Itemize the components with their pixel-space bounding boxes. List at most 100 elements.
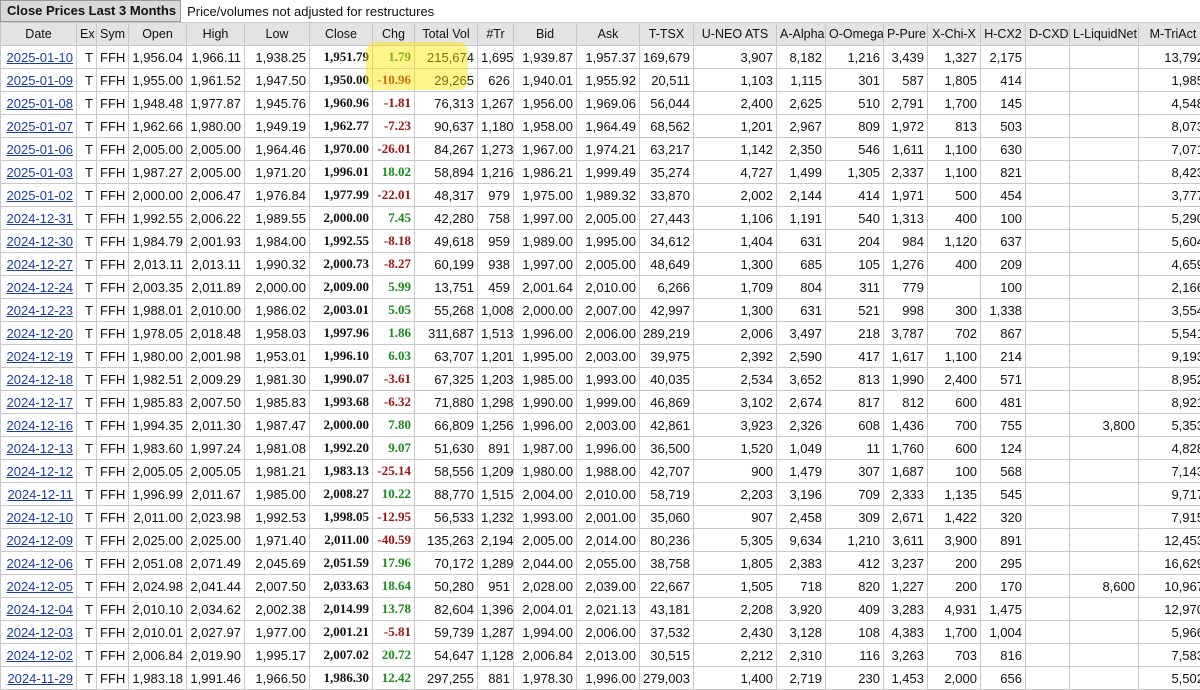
cell-vol: 63,707: [415, 345, 478, 368]
cell-ask: 2,003.00: [577, 414, 640, 437]
table-row: 2025-01-10TFFH1,956.041,966.111,938.251,…: [1, 46, 1200, 69]
cell-sym: FFH: [97, 276, 129, 299]
cell-chix: 400: [928, 207, 981, 230]
date-link[interactable]: 2025-01-03: [7, 165, 74, 180]
cell-vol: 67,325: [415, 368, 478, 391]
cell-liquidnet: [1070, 621, 1139, 644]
date-link[interactable]: 2025-01-02: [7, 188, 74, 203]
cell-tsx: 36,500: [640, 437, 694, 460]
cell-chg: -5.81: [373, 621, 415, 644]
cell-cxd: [1026, 598, 1070, 621]
cell-cx2: 568: [981, 460, 1026, 483]
cell-triact: 3,554: [1139, 299, 1200, 322]
date-link[interactable]: 2024-12-05: [7, 579, 74, 594]
cell-cxd: [1026, 368, 1070, 391]
date-link[interactable]: 2024-12-02: [7, 648, 74, 663]
date-link[interactable]: 2024-12-16: [7, 418, 74, 433]
cell-ask: 1,989.32: [577, 184, 640, 207]
cell-bid: 1,975.00: [514, 184, 577, 207]
date-link[interactable]: 2025-01-10: [7, 50, 74, 65]
cell-open: 2,010.01: [129, 621, 187, 644]
date-link[interactable]: 2024-12-30: [7, 234, 74, 249]
cell-vol: 70,172: [415, 552, 478, 575]
table-row: 2024-12-19TFFH1,980.002,001.981,953.011,…: [1, 345, 1200, 368]
cell-omega: 307: [826, 460, 884, 483]
table-row: 2024-11-29TFFH1,983.181,991.461,966.501,…: [1, 667, 1200, 690]
date-link[interactable]: 2024-12-13: [7, 441, 74, 456]
cell-vol: 51,630: [415, 437, 478, 460]
cell-date: 2024-12-11: [1, 483, 77, 506]
cell-liquidnet: [1070, 437, 1139, 460]
cell-liquidnet: [1070, 529, 1139, 552]
date-link[interactable]: 2024-12-06: [7, 556, 74, 571]
cell-alpha: 9,634: [777, 529, 826, 552]
cell-cxd: [1026, 437, 1070, 460]
cell-ex: T: [77, 391, 97, 414]
date-link[interactable]: 2025-01-06: [7, 142, 74, 157]
date-link[interactable]: 2024-12-24: [7, 280, 74, 295]
date-link[interactable]: 2024-12-04: [7, 602, 74, 617]
date-link[interactable]: 2024-12-18: [7, 372, 74, 387]
date-link[interactable]: 2024-12-12: [7, 464, 74, 479]
cell-close: 1,992.20: [310, 437, 373, 460]
cell-vol: 56,533: [415, 506, 478, 529]
cell-triact: 13,792: [1139, 46, 1200, 69]
cell-cx2: 454: [981, 184, 1026, 207]
date-link[interactable]: 2024-12-20: [7, 326, 74, 341]
cell-pure: 1,436: [884, 414, 928, 437]
cell-high: 2,001.98: [187, 345, 245, 368]
cell-tr: 938: [478, 253, 514, 276]
date-link[interactable]: 2024-12-11: [7, 487, 73, 502]
cell-bid: 2,004.00: [514, 483, 577, 506]
cell-triact: 8,952: [1139, 368, 1200, 391]
cell-ex: T: [77, 184, 97, 207]
cell-pure: 1,760: [884, 437, 928, 460]
cell-ask: 2,014.00: [577, 529, 640, 552]
cell-sym: FFH: [97, 506, 129, 529]
date-link[interactable]: 2024-12-03: [7, 625, 74, 640]
date-link[interactable]: 2025-01-07: [7, 119, 74, 134]
cell-date: 2025-01-09: [1, 69, 77, 92]
cell-tr: 1,513: [478, 322, 514, 345]
cell-chg: 17.96: [373, 552, 415, 575]
date-link[interactable]: 2024-12-09: [7, 533, 74, 548]
cell-ask: 2,021.13: [577, 598, 640, 621]
cell-open: 2,025.00: [129, 529, 187, 552]
cell-chix: 500: [928, 184, 981, 207]
cell-cx2: 170: [981, 575, 1026, 598]
cell-tr: 459: [478, 276, 514, 299]
cell-tsx: 37,532: [640, 621, 694, 644]
date-link[interactable]: 2024-12-10: [7, 510, 74, 525]
cell-bid: 2,005.00: [514, 529, 577, 552]
column-header-l-liquidnet: L-LiquidNet: [1070, 23, 1139, 46]
date-link[interactable]: 2024-12-27: [7, 257, 74, 272]
date-link[interactable]: 2024-12-17: [7, 395, 74, 410]
cell-vol: 58,894: [415, 161, 478, 184]
cell-open: 1,955.00: [129, 69, 187, 92]
cell-high: 2,023.98: [187, 506, 245, 529]
cell-sym: FFH: [97, 161, 129, 184]
cell-cxd: [1026, 207, 1070, 230]
column-header-ex: Ex: [77, 23, 97, 46]
cell-sym: FFH: [97, 345, 129, 368]
cell-high: 2,007.50: [187, 391, 245, 414]
table-row: 2025-01-06TFFH2,005.002,005.001,964.461,…: [1, 138, 1200, 161]
date-link[interactable]: 2024-12-23: [7, 303, 74, 318]
cell-cxd: [1026, 621, 1070, 644]
cell-bid: 1,986.21: [514, 161, 577, 184]
cell-triact: 12,453: [1139, 529, 1200, 552]
column-header-high: High: [187, 23, 245, 46]
table-row: 2025-01-02TFFH2,000.002,006.471,976.841,…: [1, 184, 1200, 207]
cell-omega: 817: [826, 391, 884, 414]
date-link[interactable]: 2024-12-31: [7, 211, 74, 226]
cell-date: 2024-12-06: [1, 552, 77, 575]
cell-liquidnet: [1070, 391, 1139, 414]
cell-date: 2024-12-18: [1, 368, 77, 391]
cell-cx2: 816: [981, 644, 1026, 667]
cell-liquidnet: [1070, 161, 1139, 184]
date-link[interactable]: 2024-12-19: [7, 349, 74, 364]
date-link[interactable]: 2025-01-08: [7, 96, 74, 111]
cell-open: 1,996.99: [129, 483, 187, 506]
cell-omega: 546: [826, 138, 884, 161]
date-link[interactable]: 2025-01-09: [7, 73, 74, 88]
